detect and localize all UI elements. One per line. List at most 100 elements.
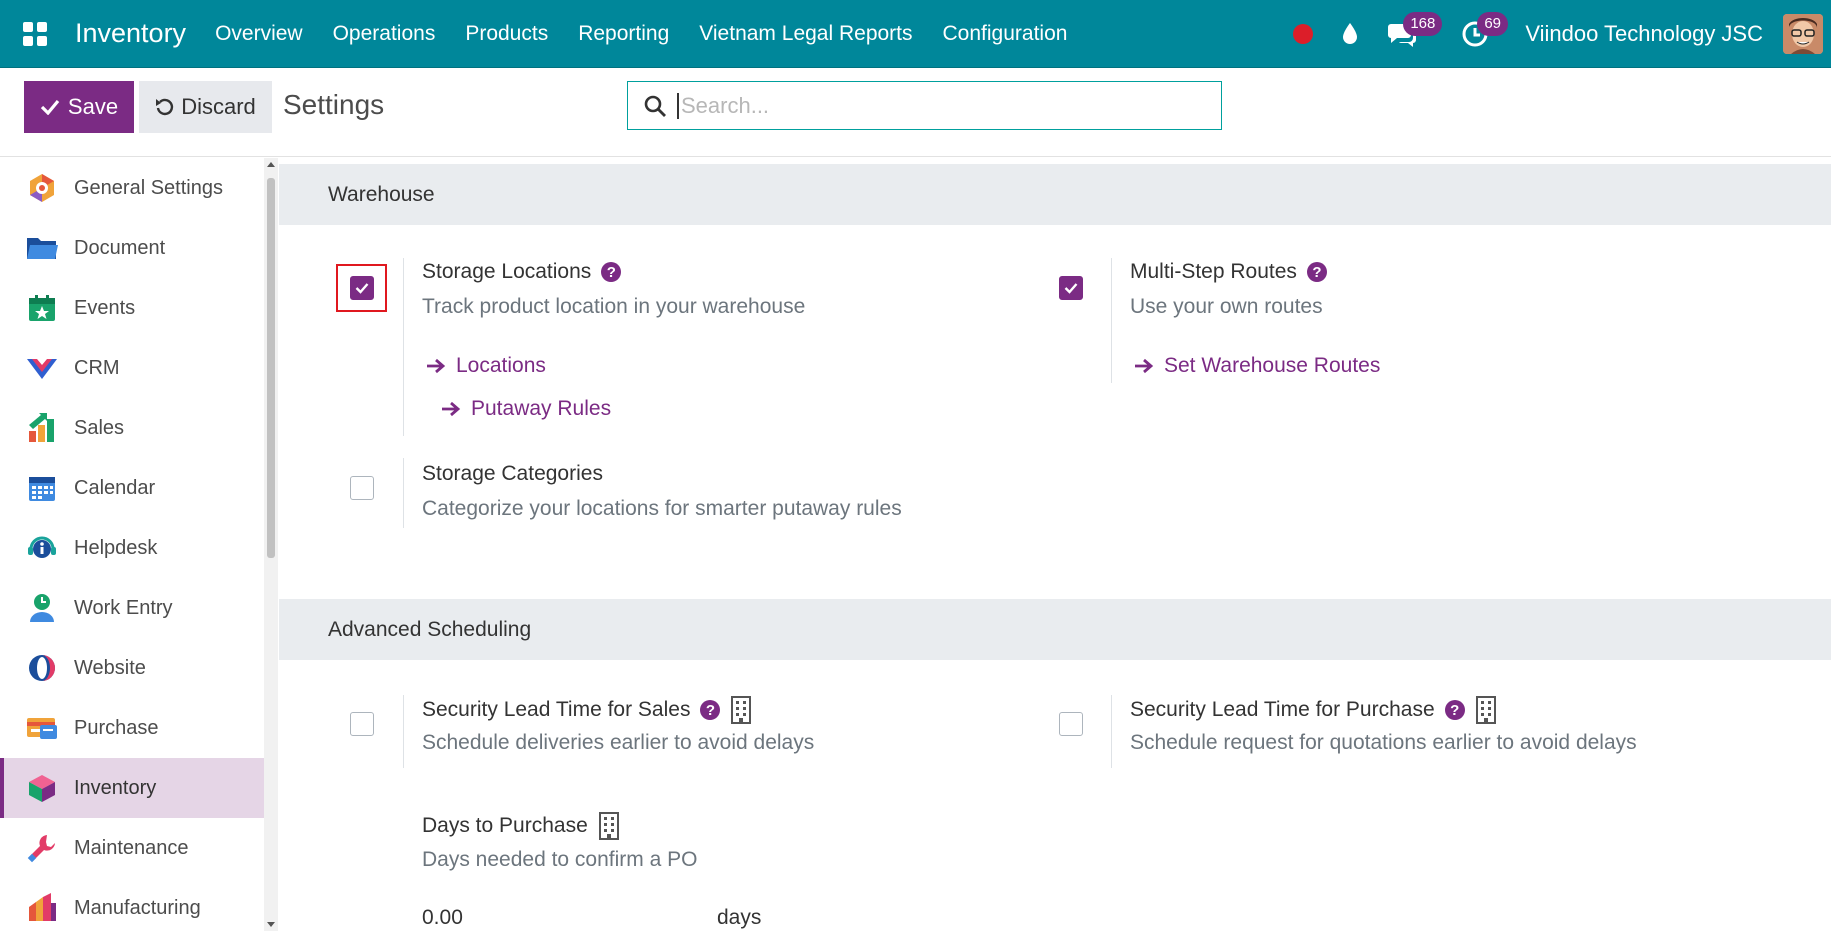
sidebar-item-events[interactable]: Events — [0, 278, 264, 338]
sidebar-item-helpdesk[interactable]: Helpdesk — [0, 518, 264, 578]
top-navbar: Inventory Overview Operations Products R… — [0, 0, 1831, 68]
setting-title-label: Days to Purchase — [422, 814, 588, 837]
link-label: Putaway Rules — [471, 397, 612, 420]
menu-reporting[interactable]: Reporting — [563, 22, 684, 46]
sidebar-item-label: Document — [74, 236, 166, 259]
storage-categories-checkbox[interactable] — [350, 476, 374, 500]
check-icon — [40, 99, 60, 115]
scroll-down-arrow-icon[interactable] — [267, 922, 275, 927]
sidebar-item-label: General Settings — [74, 176, 223, 199]
setting-title-label: Storage Locations — [422, 260, 592, 283]
sidebar-item-label: Maintenance — [74, 836, 189, 859]
work-entry-icon — [26, 592, 58, 624]
sidebar-item-work-entry[interactable]: Work Entry — [0, 578, 264, 638]
settings-content: Warehouse Storage Locations ? Track prod… — [279, 158, 1831, 931]
scroll-up-arrow-icon[interactable] — [267, 162, 275, 167]
apps-menu-icon[interactable] — [0, 0, 70, 68]
help-icon[interactable]: ? — [601, 262, 622, 282]
sidebar-item-purchase[interactable]: Purchase — [0, 698, 264, 758]
divider — [403, 695, 404, 768]
divider — [1111, 695, 1112, 768]
set-warehouse-routes-link[interactable]: Set Warehouse Routes — [1134, 354, 1380, 378]
control-panel: Save Discard Settings — [0, 69, 1831, 157]
days-to-purchase-title: Days to Purchase — [422, 812, 620, 840]
lead-time-purchase-checkbox[interactable] — [1059, 712, 1083, 736]
general-settings-icon — [26, 172, 58, 204]
sidebar-scrollbar[interactable] — [264, 158, 278, 931]
manufacturing-icon — [26, 892, 58, 924]
sidebar-item-maintenance[interactable]: Maintenance — [0, 818, 264, 878]
divider — [403, 458, 404, 528]
lead-time-sales-checkbox[interactable] — [350, 712, 374, 736]
arrow-right-icon — [427, 358, 446, 374]
sidebar-item-website[interactable]: Website — [0, 638, 264, 698]
help-icon[interactable]: ? — [1444, 700, 1465, 720]
storage-locations-title: Storage Locations ? — [422, 260, 622, 284]
section-header-warehouse: Warehouse — [279, 164, 1831, 225]
drop-icon[interactable] — [1341, 0, 1359, 68]
folder-icon — [26, 232, 58, 264]
storage-locations-checkbox[interactable] — [350, 276, 374, 300]
page-title: Settings — [283, 89, 385, 120]
sidebar-item-crm[interactable]: CRM — [0, 338, 264, 398]
sidebar-item-label: Inventory — [74, 776, 157, 799]
calendar-icon — [26, 472, 58, 504]
help-icon[interactable]: ? — [1306, 262, 1327, 282]
setting-title-label: Security Lead Time for Purchase — [1130, 698, 1435, 721]
maintenance-icon — [26, 832, 58, 864]
divider — [403, 258, 404, 436]
purchase-icon — [26, 712, 58, 744]
lead-time-purchase-title: Security Lead Time for Purchase ? — [1130, 696, 1497, 724]
setting-title-label: Storage Categories — [422, 462, 603, 485]
check-icon — [355, 283, 369, 294]
sidebar-item-manufacturing[interactable]: Manufacturing — [0, 878, 264, 931]
storage-categories-title: Storage Categories — [422, 462, 603, 486]
sidebar-item-label: Purchase — [74, 716, 159, 739]
chat-count-badge: 168 — [1403, 12, 1443, 36]
user-avatar[interactable] — [1783, 14, 1823, 54]
locations-link[interactable]: Locations — [426, 354, 546, 378]
company-switcher[interactable]: Viindoo Technology JSC — [1525, 21, 1763, 47]
sidebar-item-calendar[interactable]: Calendar — [0, 458, 264, 518]
multi-step-routes-checkbox[interactable] — [1059, 276, 1083, 300]
sidebar-item-label: Helpdesk — [74, 536, 158, 559]
website-icon — [26, 652, 58, 684]
save-label: Save — [67, 94, 119, 119]
days-to-purchase-input[interactable]: 0.00 — [422, 906, 463, 930]
record-icon[interactable] — [1293, 0, 1341, 68]
menu-configuration[interactable]: Configuration — [928, 22, 1083, 46]
company-building-icon — [1475, 696, 1497, 724]
sidebar-item-document[interactable]: Document — [0, 218, 264, 278]
app-name[interactable]: Inventory — [75, 18, 186, 49]
undo-icon — [156, 98, 174, 116]
inventory-icon — [26, 772, 58, 804]
save-button[interactable]: Save — [24, 81, 134, 133]
putaway-rules-link[interactable]: Putaway Rules — [441, 397, 611, 421]
sidebar-item-label: Events — [74, 296, 136, 319]
sidebar-item-sales[interactable]: Sales — [0, 398, 264, 458]
sidebar-item-general-settings[interactable]: General Settings — [0, 158, 264, 218]
activity-clock-icon[interactable]: 69 — [1461, 0, 1508, 68]
menu-operations[interactable]: Operations — [318, 22, 451, 46]
days-unit-label: days — [717, 906, 762, 929]
help-icon[interactable]: ? — [700, 700, 721, 720]
menu-overview[interactable]: Overview — [200, 22, 318, 46]
sidebar-item-inventory[interactable]: Inventory — [0, 758, 264, 818]
activity-count-badge: 69 — [1477, 12, 1508, 36]
menu-products[interactable]: Products — [450, 22, 563, 46]
search-icon — [644, 95, 666, 117]
scrollbar-thumb[interactable] — [267, 178, 275, 558]
sidebar-item-label: Manufacturing — [74, 896, 201, 919]
storage-categories-description: Categorize your locations for smarter pu… — [422, 497, 902, 520]
setting-title-label: Security Lead Time for Sales — [422, 698, 691, 721]
chat-icon[interactable]: 168 — [1387, 0, 1443, 68]
settings-search[interactable] — [627, 81, 1222, 130]
crm-icon — [26, 352, 58, 384]
lead-time-sales-title: Security Lead Time for Sales ? — [422, 696, 752, 724]
search-input[interactable] — [677, 92, 1197, 119]
sidebar-item-label: CRM — [74, 356, 120, 379]
events-icon — [26, 292, 58, 324]
menu-vietnam-legal-reports[interactable]: Vietnam Legal Reports — [684, 22, 927, 46]
storage-locations-description: Track product location in your warehouse — [422, 295, 806, 318]
discard-button[interactable]: Discard — [139, 81, 272, 133]
